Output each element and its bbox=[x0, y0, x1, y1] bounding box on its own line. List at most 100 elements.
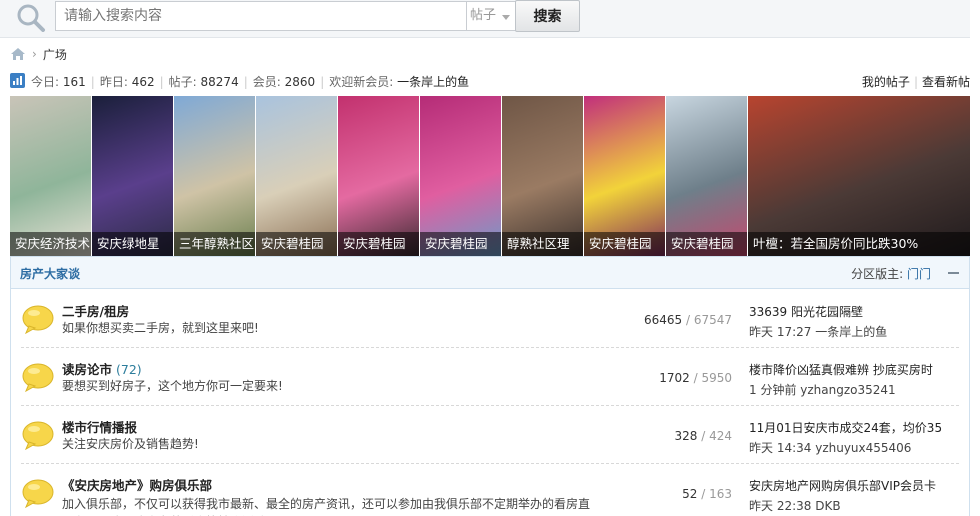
moderator-label: 分区版主: bbox=[851, 267, 904, 281]
last-post-title[interactable]: 11月01日安庆市成交24套，均价35 bbox=[749, 419, 961, 436]
slide[interactable]: 三年醇熟社区 bbox=[174, 96, 256, 256]
speech-bubble-icon bbox=[22, 421, 54, 450]
collapse-icon[interactable] bbox=[948, 272, 959, 274]
post-count: 67547 bbox=[693, 313, 732, 327]
thread-count: 1702 bbox=[659, 371, 690, 385]
forum-description: 要想买到好房子，这个地方你可一定要来! bbox=[62, 379, 283, 393]
slide-caption[interactable]: 安庆碧桂园 bbox=[584, 232, 665, 256]
forum-counts: 66465 / 67547 bbox=[643, 313, 732, 327]
breadcrumb: › 广场 bbox=[10, 46, 67, 62]
forum-name-link[interactable]: 《安庆房地产》购房俱乐部 bbox=[62, 478, 212, 493]
slide-caption[interactable]: 安庆碧桂园 bbox=[256, 232, 337, 256]
category-title[interactable]: 房产大家谈 bbox=[20, 265, 80, 282]
forum-counts: 328 / 424 bbox=[674, 429, 732, 443]
search-type-select[interactable]: 帖子 bbox=[466, 1, 516, 31]
category-header: 房产大家谈 分区版主: 门门 bbox=[11, 257, 969, 289]
thread-count: 328 bbox=[674, 429, 698, 443]
moderator-link[interactable]: 门门 bbox=[907, 267, 931, 281]
forum-description: 如果你想买卖二手房，就到这里来吧! bbox=[62, 321, 259, 335]
forum-name-wrap: 二手房/租房 bbox=[62, 301, 133, 320]
forum-name-link[interactable]: 读房论市 bbox=[62, 362, 112, 377]
search-input[interactable] bbox=[55, 1, 466, 31]
forum-description: 加入俱乐部，不仅可以获得我市最新、最全的房产资讯，还可以参加由我俱乐部不定期举办… bbox=[62, 497, 591, 516]
forum-counts: 52 / 163 bbox=[682, 487, 732, 501]
slide[interactable]: 安庆经济技术 bbox=[10, 96, 92, 256]
chevron-down-icon bbox=[502, 15, 510, 20]
last-post: 33639 阳光花园隔壁 昨天 17:27 一条岸上的鱼 bbox=[749, 303, 961, 340]
search-icon[interactable] bbox=[14, 2, 48, 32]
last-post-meta[interactable]: 昨天 17:27 一条岸上的鱼 bbox=[749, 323, 961, 340]
search-button[interactable]: 搜索 bbox=[515, 0, 580, 32]
image-slider: 安庆经济技术 安庆绿地星 三年醇熟社区 安庆碧桂园 安庆碧桂园 安庆碧桂园 醇熟社区理 安庆碧… bbox=[10, 96, 970, 256]
forum-row: 二手房/租房如果你想买卖二手房，就到这里来吧! 66465 / 67547 3363… bbox=[21, 290, 959, 348]
yesterday-count: 462 bbox=[131, 75, 155, 89]
yesterday-label: 昨日: bbox=[99, 75, 128, 89]
slide[interactable]: 叶檀：若全国房价同比跌30% bbox=[748, 96, 970, 256]
slide-caption[interactable]: 安庆碧桂园 bbox=[666, 232, 747, 256]
slide-caption[interactable]: 安庆碧桂园 bbox=[338, 232, 419, 256]
speech-bubble-icon bbox=[22, 305, 54, 334]
forum-category: 房产大家谈 分区版主: 门门 二手房/租房如果你想买卖二手房，就到这里来吧! 66… bbox=[10, 256, 970, 516]
posts-label: 帖子: bbox=[168, 75, 197, 89]
breadcrumb-separator: › bbox=[32, 47, 37, 61]
slide[interactable]: 安庆碧桂园 bbox=[584, 96, 666, 256]
home-icon[interactable] bbox=[10, 47, 26, 61]
slide-caption[interactable]: 安庆绿地星 bbox=[92, 232, 173, 256]
slide-caption[interactable]: 叶檀：若全国房价同比跌30% bbox=[748, 232, 970, 256]
slide-caption[interactable]: 安庆碧桂园 bbox=[420, 232, 501, 256]
search-bar: 帖子 搜索 bbox=[0, 0, 970, 38]
breadcrumb-current[interactable]: 广场 bbox=[43, 46, 67, 63]
forum-row: 读房论市 (72) 要想买到好房子，这个地方你可一定要来! 1702 / 5950 楼市… bbox=[21, 348, 959, 406]
forum-name-link[interactable]: 二手房/租房 bbox=[62, 304, 129, 319]
last-post: 11月01日安庆市成交24套，均价35 昨天 14:34 yzhuyux45540… bbox=[749, 419, 961, 456]
post-count: 163 bbox=[709, 487, 732, 501]
speech-bubble-icon bbox=[22, 363, 54, 392]
last-post-meta[interactable]: 1 分钟前 yzhangzo35241 bbox=[749, 381, 961, 398]
stats-text: 今日: 161 | 昨日: 462 | 帖子: 88274 | 会员: 2860 | 欢迎新会员… bbox=[31, 75, 470, 89]
last-post-meta[interactable]: 昨天 22:38 DKB bbox=[749, 497, 961, 514]
stats-links: 我的帖子 | 查看新帖 bbox=[861, 75, 970, 89]
post-count: 5950 bbox=[701, 371, 732, 385]
last-post-title[interactable]: 安庆房地产网购房俱乐部VIP会员卡 bbox=[749, 477, 961, 494]
forum-description: 关注安庆房价及销售趋势! bbox=[62, 437, 199, 451]
slide[interactable]: 安庆碧桂园 bbox=[420, 96, 502, 256]
today-label: 今日: bbox=[31, 75, 60, 89]
forum-counts: 1702 / 5950 bbox=[659, 371, 732, 385]
slide-caption[interactable]: 三年醇熟社区 bbox=[174, 232, 255, 256]
newest-member-link[interactable]: 一条岸上的鱼 bbox=[397, 75, 469, 89]
bar-chart-icon bbox=[10, 73, 25, 88]
forum-name-wrap: 《安庆房地产》购房俱乐部 bbox=[62, 475, 216, 494]
slide-caption[interactable]: 醇熟社区理 bbox=[502, 232, 583, 256]
today-count: 161 bbox=[62, 75, 86, 89]
last-post-title[interactable]: 楼市降价凶猛真假难辨 抄底买房时 bbox=[749, 361, 961, 378]
my-posts-link[interactable]: 我的帖子 bbox=[862, 75, 910, 89]
forum-row: 《安庆房地产》购房俱乐部加入俱乐部，不仅可以获得我市最新、最全的房产资讯，还可以… bbox=[21, 464, 959, 516]
welcome-label: 欢迎新会员: bbox=[329, 75, 394, 89]
slide-caption[interactable]: 安庆经济技术 bbox=[10, 232, 91, 256]
forum-name-wrap: 楼市行情播报 bbox=[62, 417, 141, 436]
new-posts-link[interactable]: 查看新帖 bbox=[922, 75, 970, 89]
posts-count: 88274 bbox=[200, 75, 239, 89]
speech-bubble-icon bbox=[22, 479, 54, 508]
thread-count: 52 bbox=[682, 487, 698, 501]
last-post: 楼市降价凶猛真假难辨 抄底买房时 1 分钟前 yzhangzo35241 bbox=[749, 361, 961, 398]
last-post-meta[interactable]: 昨天 14:34 yzhuyux455406 bbox=[749, 439, 961, 456]
members-count: 2860 bbox=[284, 75, 316, 89]
category-moderator: 分区版主: 门门 bbox=[851, 265, 931, 282]
post-count: 424 bbox=[709, 429, 732, 443]
members-label: 会员: bbox=[252, 75, 281, 89]
last-post: 安庆房地产网购房俱乐部VIP会员卡 昨天 22:38 DKB bbox=[749, 477, 961, 514]
slide[interactable]: 醇熟社区理 bbox=[502, 96, 584, 256]
thread-count: 66465 bbox=[643, 313, 683, 327]
forum-row: 楼市行情播报关注安庆房价及销售趋势! 328 / 424 11月01日安庆市成交24… bbox=[21, 406, 959, 464]
forum-name-wrap: 读房论市 (72) bbox=[62, 359, 142, 378]
slide[interactable]: 安庆碧桂园 bbox=[666, 96, 748, 256]
slide[interactable]: 安庆碧桂园 bbox=[256, 96, 338, 256]
forum-stats: 今日: 161 | 昨日: 462 | 帖子: 88274 | 会员: 2860 | 欢迎新会员… bbox=[10, 72, 970, 90]
slide[interactable]: 安庆绿地星 bbox=[92, 96, 174, 256]
search-type-label: 帖子 bbox=[470, 8, 497, 23]
forum-name-link[interactable]: 楼市行情播报 bbox=[62, 420, 137, 435]
slide[interactable]: 安庆碧桂园 bbox=[338, 96, 420, 256]
forum-today-count: (72) bbox=[116, 362, 142, 377]
last-post-title[interactable]: 33639 阳光花园隔壁 bbox=[749, 303, 961, 320]
